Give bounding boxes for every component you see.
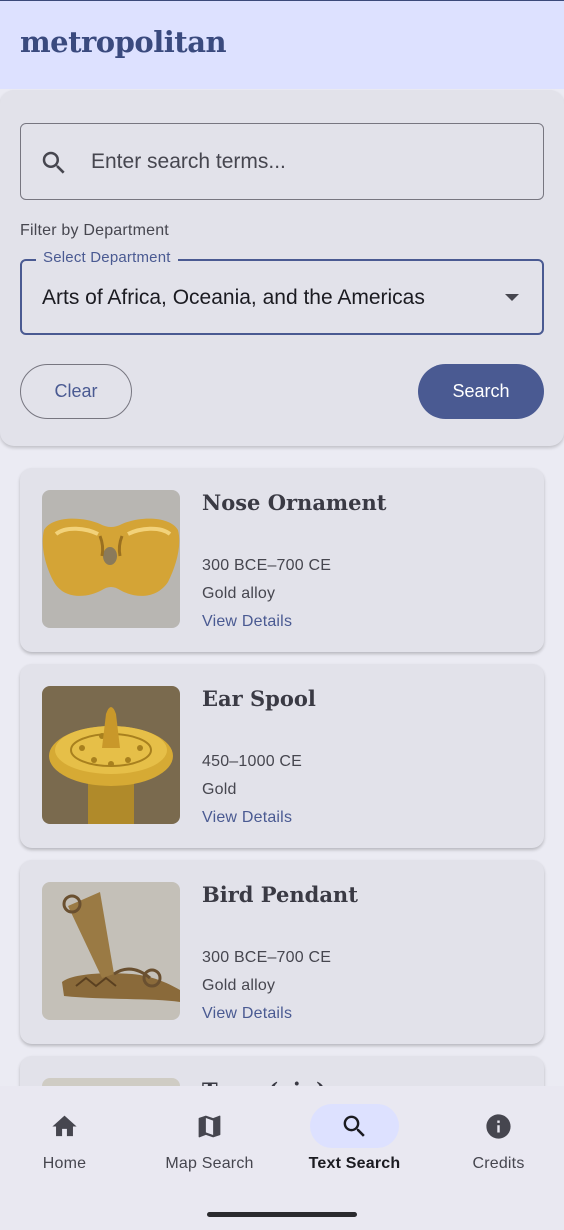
search-icon <box>343 1115 365 1137</box>
app-title: metropolitan <box>20 25 227 59</box>
map-icon <box>198 1115 221 1138</box>
artwork-image <box>42 1078 180 1086</box>
artwork-title: Tupu (pin) <box>202 1078 326 1086</box>
artwork-medium: Gold alloy <box>202 585 276 602</box>
clear-button[interactable]: Clear <box>20 364 132 419</box>
result-card[interactable]: Ear Spool 450–1000 CE Gold View Details <box>20 664 544 848</box>
artwork-date: 450–1000 CE <box>202 753 303 770</box>
artwork-date: 300 BCE–700 CE <box>202 949 332 966</box>
artwork-title: Nose Ornament <box>202 490 387 515</box>
search-icon <box>42 151 65 174</box>
home-icon <box>52 1115 77 1137</box>
dropdown-arrow-icon <box>505 294 519 301</box>
result-card[interactable]: Tupu (pin) <box>20 1056 544 1086</box>
gesture-home-indicator[interactable] <box>207 1212 357 1217</box>
result-card[interactable]: Nose Ornament 300 BCE–700 CE Gold alloy … <box>20 468 544 652</box>
artwork-medium: Gold <box>202 781 237 798</box>
view-details-link[interactable]: View Details <box>202 1005 292 1023</box>
info-icon <box>486 1114 511 1139</box>
search-button[interactable]: Search <box>418 364 544 419</box>
nav-credits[interactable]: Credits <box>428 1086 564 1196</box>
artwork-date: 300 BCE–700 CE <box>202 557 332 574</box>
result-card[interactable]: Bird Pendant 300 BCE–700 CE Gold alloy V… <box>20 860 544 1044</box>
nav-map-search[interactable]: Map Search <box>139 1086 280 1196</box>
view-details-link[interactable]: View Details <box>202 613 292 631</box>
artwork-medium: Gold alloy <box>202 977 276 994</box>
artwork-title: Bird Pendant <box>202 882 358 907</box>
view-details-link[interactable]: View Details <box>202 809 292 827</box>
nav-label-map-search: Map Search <box>165 1155 254 1172</box>
nav-label-home: Home <box>42 1155 87 1172</box>
nav-label-credits: Credits <box>472 1155 525 1172</box>
artwork-image <box>42 882 180 1020</box>
artwork-title: Ear Spool <box>202 686 316 711</box>
nav-label-text-search: Text Search <box>308 1155 401 1172</box>
bottom-navigation: Home Map Search Text Search Credits <box>0 1086 564 1230</box>
nav-home[interactable]: Home <box>0 1086 135 1196</box>
department-select[interactable]: Select Department Arts of Africa, Oceani… <box>20 249 544 335</box>
select-label: Select Department <box>36 249 178 266</box>
filter-label: Filter by Department <box>20 222 169 239</box>
results-list[interactable]: Nose Ornament 300 BCE–700 CE Gold alloy … <box>0 446 564 1086</box>
artwork-image <box>42 490 180 628</box>
search-panel: Filter by Department Select Department A… <box>0 90 564 446</box>
search-input[interactable] <box>91 142 511 182</box>
top-app-bar: metropolitan <box>0 0 564 89</box>
selected-department: Arts of Africa, Oceania, and the America… <box>42 286 425 309</box>
artwork-image <box>42 686 180 824</box>
search-field[interactable] <box>20 123 544 200</box>
nav-text-search[interactable]: Text Search <box>284 1086 425 1196</box>
